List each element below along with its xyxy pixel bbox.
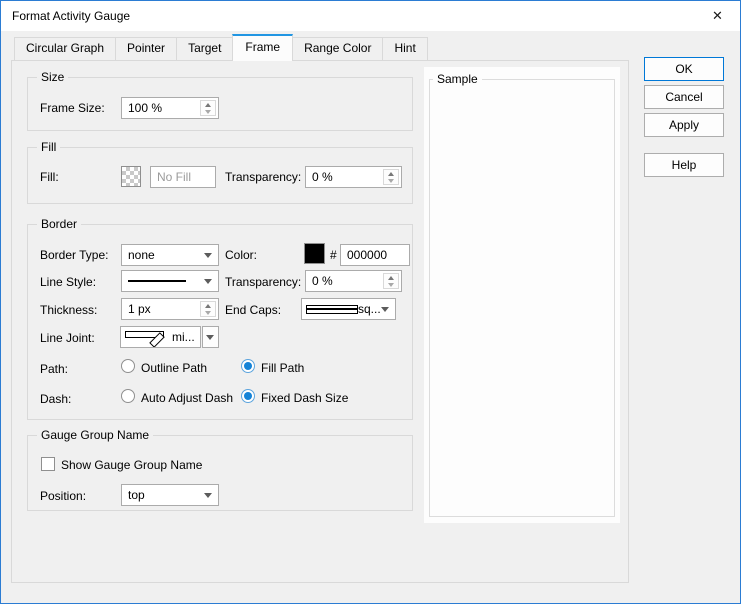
chevron-down-icon xyxy=(381,307,389,312)
sample-group-border xyxy=(429,79,615,517)
position-dropdown[interactable]: top xyxy=(121,484,219,506)
border-color-hash: # xyxy=(330,248,337,263)
end-caps-value: sq... xyxy=(358,302,381,316)
border-group: Border Border Type: none Color: # 000000… xyxy=(27,224,413,420)
frame-size-spin-buttons[interactable] xyxy=(200,100,216,116)
fill-value-input[interactable]: No Fill xyxy=(150,166,216,188)
tab-circular-graph[interactable]: Circular Graph xyxy=(14,37,116,60)
border-transparency-value: 0 % xyxy=(312,274,333,288)
spin-down-icon[interactable] xyxy=(388,283,394,287)
show-gauge-group-name-label[interactable]: Show Gauge Group Name xyxy=(61,458,202,473)
help-button[interactable]: Help xyxy=(644,153,724,177)
frame-size-value: 100 % xyxy=(128,101,162,115)
fill-path-radio-label[interactable]: Fill Path xyxy=(261,361,304,376)
fixed-dash-size-radio[interactable] xyxy=(241,389,255,403)
auto-adjust-dash-radio-label[interactable]: Auto Adjust Dash xyxy=(141,391,233,406)
chevron-down-icon xyxy=(204,493,212,498)
spin-up-icon[interactable] xyxy=(388,172,394,176)
position-value: top xyxy=(128,488,145,502)
line-joint-arrow-button[interactable] xyxy=(202,326,219,348)
tabstrip: Circular Graph Pointer Target Frame Rang… xyxy=(14,34,427,60)
fill-transparency-label: Transparency: xyxy=(225,170,301,185)
close-icon[interactable]: ✕ xyxy=(695,1,740,31)
outline-path-radio[interactable] xyxy=(121,359,135,373)
end-caps-label: End Caps: xyxy=(225,303,281,318)
line-joint-dropdown[interactable]: mi... xyxy=(120,326,201,348)
fixed-dash-size-radio-label[interactable]: Fixed Dash Size xyxy=(261,391,348,406)
fill-value: No Fill xyxy=(157,170,191,184)
tab-pointer[interactable]: Pointer xyxy=(115,37,177,60)
path-label: Path: xyxy=(40,362,68,377)
tab-target[interactable]: Target xyxy=(176,37,233,60)
dialog-title: Format Activity Gauge xyxy=(12,1,130,31)
frame-tab-panel: Size Frame Size: 100 % Fill Fill: No Fil… xyxy=(11,60,629,583)
border-transparency-label: Transparency: xyxy=(225,275,301,290)
line-joint-label: Line Joint: xyxy=(40,331,95,346)
fill-group: Fill Fill: No Fill Transparency: 0 % xyxy=(27,147,413,204)
auto-adjust-dash-radio[interactable] xyxy=(121,389,135,403)
spin-down-icon[interactable] xyxy=(388,179,394,183)
size-group-legend: Size xyxy=(37,70,68,85)
position-label: Position: xyxy=(40,489,86,504)
line-style-dropdown[interactable] xyxy=(121,270,219,292)
spin-down-icon[interactable] xyxy=(205,110,211,114)
fill-swatch-button[interactable] xyxy=(121,166,141,187)
spin-down-icon[interactable] xyxy=(205,311,211,315)
square-cap-icon xyxy=(306,305,358,314)
frame-size-label: Frame Size: xyxy=(40,101,105,116)
fill-transparency-value: 0 % xyxy=(312,170,333,184)
cancel-button[interactable]: Cancel xyxy=(644,85,724,109)
titlebar: Format Activity Gauge ✕ xyxy=(1,1,740,31)
miter-joint-icon xyxy=(124,327,172,347)
line-style-label: Line Style: xyxy=(40,275,96,290)
spin-up-icon[interactable] xyxy=(205,304,211,308)
chevron-down-icon xyxy=(204,253,212,258)
border-color-swatch[interactable] xyxy=(304,243,325,264)
fill-label: Fill: xyxy=(40,170,59,185)
border-type-label: Border Type: xyxy=(40,248,108,263)
format-activity-gauge-dialog: Format Activity Gauge ✕ Circular Graph P… xyxy=(0,0,741,604)
dash-label: Dash: xyxy=(40,392,71,407)
size-group: Size Frame Size: 100 % xyxy=(27,77,413,131)
frame-size-spinner[interactable]: 100 % xyxy=(121,97,219,119)
border-transparency-spin-buttons[interactable] xyxy=(383,273,399,289)
border-transparency-spinner[interactable]: 0 % xyxy=(305,270,402,292)
sample-panel: Sample xyxy=(424,67,620,523)
ok-button[interactable]: OK xyxy=(644,57,724,81)
border-group-legend: Border xyxy=(37,217,81,232)
end-caps-dropdown[interactable]: sq... xyxy=(301,298,396,320)
spin-up-icon[interactable] xyxy=(388,276,394,280)
fill-transparency-spin-buttons[interactable] xyxy=(383,169,399,185)
chevron-down-icon xyxy=(206,335,214,340)
thickness-value: 1 px xyxy=(128,302,151,316)
border-color-label: Color: xyxy=(225,248,257,263)
sample-group-legend: Sample xyxy=(433,72,482,86)
tab-hint[interactable]: Hint xyxy=(382,37,427,60)
border-color-hex-value: 000000 xyxy=(347,248,387,262)
solid-line-icon xyxy=(128,280,186,282)
border-type-dropdown[interactable]: none xyxy=(121,244,219,266)
gauge-group-name-group: Gauge Group Name Show Gauge Group Name P… xyxy=(27,435,413,511)
apply-button[interactable]: Apply xyxy=(644,113,724,137)
fill-group-legend: Fill xyxy=(37,140,60,155)
tab-frame[interactable]: Frame xyxy=(232,34,293,61)
show-gauge-group-name-checkbox[interactable] xyxy=(41,457,55,471)
outline-path-radio-label[interactable]: Outline Path xyxy=(141,361,207,376)
gauge-group-name-legend: Gauge Group Name xyxy=(37,428,153,443)
thickness-label: Thickness: xyxy=(40,303,97,318)
border-color-hex-input[interactable]: 000000 xyxy=(340,244,410,266)
thickness-spinner[interactable]: 1 px xyxy=(121,298,219,320)
thickness-spin-buttons[interactable] xyxy=(200,301,216,317)
line-joint-value: mi... xyxy=(172,330,195,344)
tab-range-color[interactable]: Range Color xyxy=(292,37,383,60)
fill-transparency-spinner[interactable]: 0 % xyxy=(305,166,402,188)
chevron-down-icon xyxy=(204,279,212,284)
border-type-value: none xyxy=(128,248,155,262)
fill-path-radio[interactable] xyxy=(241,359,255,373)
spin-up-icon[interactable] xyxy=(205,103,211,107)
